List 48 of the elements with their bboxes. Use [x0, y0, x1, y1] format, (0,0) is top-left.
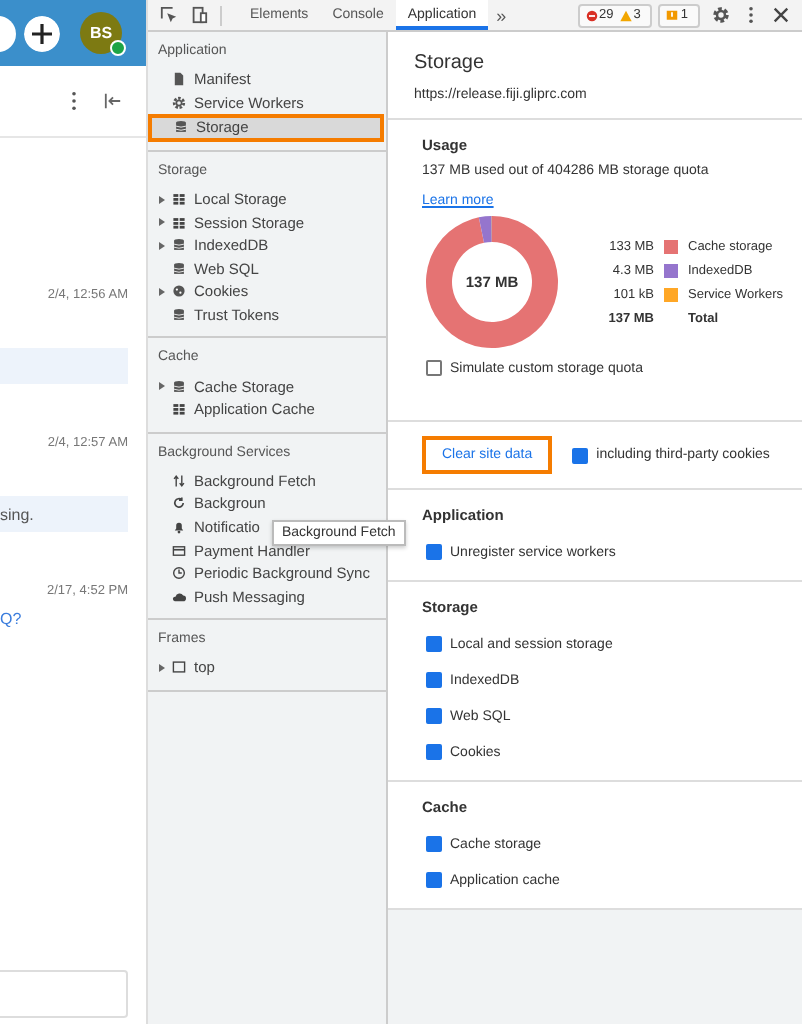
checkbox[interactable]	[426, 708, 442, 724]
database-icon	[172, 308, 186, 323]
issue-flag-icon	[666, 9, 679, 21]
expand-arrow-icon[interactable]	[156, 380, 168, 393]
expand-arrow-icon[interactable]	[156, 661, 168, 674]
bell-icon	[172, 520, 186, 535]
checkbox[interactable]	[426, 636, 442, 652]
gear-icon	[172, 95, 186, 110]
more-tabs-button[interactable]: »	[496, 5, 507, 25]
message-bubble: sing.	[0, 496, 128, 532]
database-icon	[172, 238, 186, 253]
checkbox[interactable]	[426, 872, 442, 888]
close-icon[interactable]	[772, 6, 790, 24]
device-icon[interactable]	[190, 6, 208, 24]
grid-icon	[172, 192, 186, 207]
checkbox[interactable]	[426, 744, 442, 760]
clock-icon	[172, 566, 186, 581]
cloud-icon	[172, 589, 186, 604]
avatar[interactable]: BS	[80, 12, 122, 54]
checkbox[interactable]	[426, 672, 442, 688]
expand-arrow-icon[interactable]	[156, 239, 168, 252]
message-link[interactable]: Q?	[0, 610, 146, 628]
inspect-icon[interactable]	[160, 6, 178, 24]
error-icon	[585, 9, 598, 21]
message-input[interactable]	[0, 970, 128, 1018]
expand-arrow-icon[interactable]	[156, 285, 168, 298]
checkbox[interactable]	[426, 544, 442, 560]
collapse-icon[interactable]	[104, 92, 122, 110]
grid-icon	[172, 215, 186, 230]
file-icon	[172, 72, 186, 87]
grid-icon	[172, 402, 186, 417]
settings-icon[interactable]	[712, 6, 730, 24]
sync-icon	[172, 496, 186, 511]
checkbox[interactable]	[426, 360, 442, 376]
checkbox[interactable]	[426, 836, 442, 852]
frame-icon	[172, 660, 186, 675]
card-icon	[172, 543, 186, 558]
up-down-arrows-icon	[172, 473, 186, 488]
database-icon	[174, 120, 188, 135]
cookie-icon	[172, 284, 186, 299]
page-title: Storage	[414, 52, 487, 74]
expand-arrow-icon[interactable]	[156, 216, 168, 229]
plus-button[interactable]	[24, 15, 60, 51]
database-icon	[172, 261, 186, 276]
checkbox[interactable]	[572, 447, 589, 463]
database-icon	[172, 379, 186, 394]
expand-arrow-icon[interactable]	[156, 193, 168, 206]
warning-icon	[619, 9, 632, 21]
